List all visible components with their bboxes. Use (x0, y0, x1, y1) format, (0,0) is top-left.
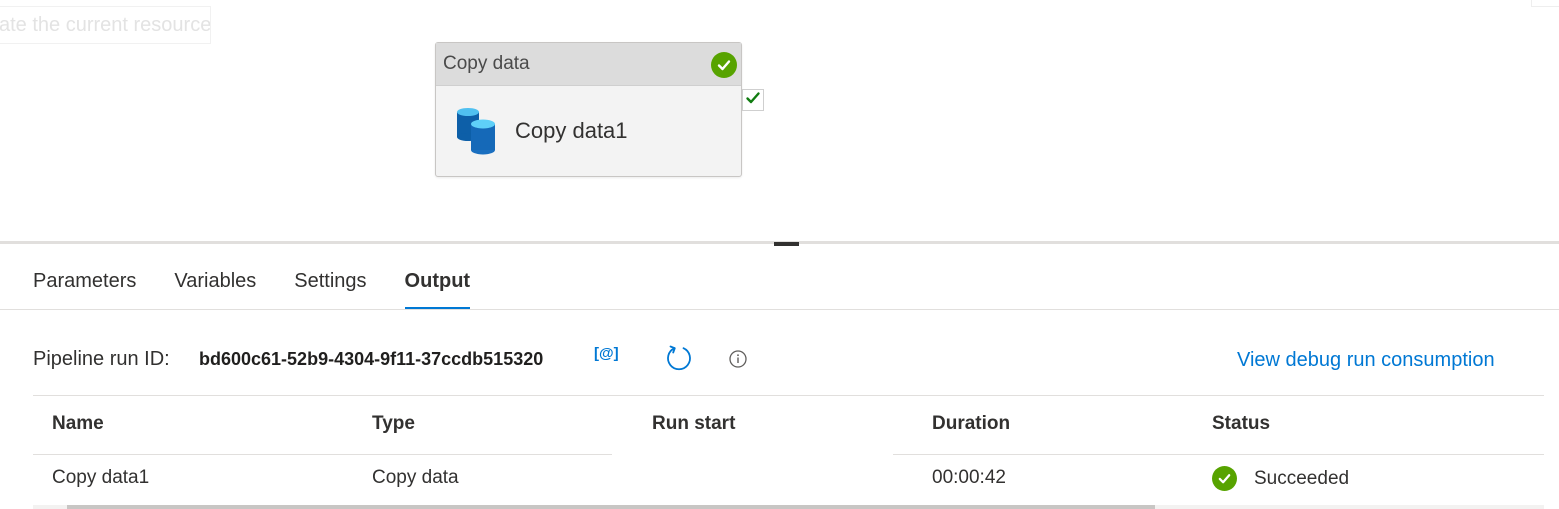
activity-header: Copy data (436, 43, 741, 86)
activity-body: Copy data1 (436, 86, 741, 176)
splitter-handle[interactable] (774, 242, 799, 246)
cell-name: Copy data1 (52, 467, 150, 488)
copy-as-expression-button[interactable]: [@] (594, 345, 619, 362)
info-icon[interactable] (728, 349, 748, 369)
tab-settings[interactable]: Settings (294, 264, 366, 310)
success-check-icon (711, 52, 737, 78)
column-header-name[interactable]: Name (52, 413, 104, 435)
checkmark-icon (745, 90, 761, 111)
column-header-run-start[interactable]: Run start (652, 413, 735, 435)
success-output-port[interactable] (742, 89, 764, 111)
horizontal-scrollbar[interactable] (33, 505, 1544, 509)
run-id-value: bd600c61-52b9-4304-9f11-37ccdb515320 (199, 349, 544, 369)
run-id-label: Pipeline run ID: (33, 348, 170, 370)
canvas-edge-control (1531, 0, 1559, 7)
scrollbar-thumb[interactable] (67, 505, 1155, 509)
validate-resource-button[interactable]: ate the current resource (0, 6, 211, 44)
cell-duration: 00:00:42 (932, 467, 1006, 488)
view-debug-run-consumption-link[interactable]: View debug run consumption (1237, 349, 1495, 372)
activity-type-label: Copy data (443, 53, 530, 74)
tabs-divider (0, 309, 1559, 310)
tab-variables[interactable]: Variables (174, 264, 256, 310)
database-copy-icon (455, 107, 497, 155)
success-status-icon (1212, 466, 1237, 491)
pipeline-run-id-row: Pipeline run ID: bd600c61-52b9-4304-9f11… (33, 343, 1533, 377)
properties-tabs: Parameters Variables Settings Output (33, 264, 508, 310)
copy-data-activity[interactable]: Copy data Copy data1 (435, 42, 742, 177)
column-header-type[interactable]: Type (372, 413, 415, 435)
pipeline-canvas[interactable]: ate the current resource Copy data Copy … (0, 0, 1559, 241)
activity-name: Copy data1 (515, 118, 628, 143)
table-row[interactable]: Copy data1 Copy data 00:00:42 Succeeded (33, 454, 1544, 504)
column-header-status[interactable]: Status (1212, 413, 1270, 435)
table-header: Name Type Run start Duration Status (33, 396, 1544, 455)
cell-status: Succeeded (1212, 466, 1349, 491)
cell-type: Copy data (372, 467, 459, 488)
refresh-icon[interactable] (664, 343, 694, 373)
tab-parameters[interactable]: Parameters (33, 264, 136, 310)
column-header-duration[interactable]: Duration (932, 413, 1010, 435)
tab-output[interactable]: Output (404, 264, 470, 310)
status-text: Succeeded (1254, 467, 1350, 489)
